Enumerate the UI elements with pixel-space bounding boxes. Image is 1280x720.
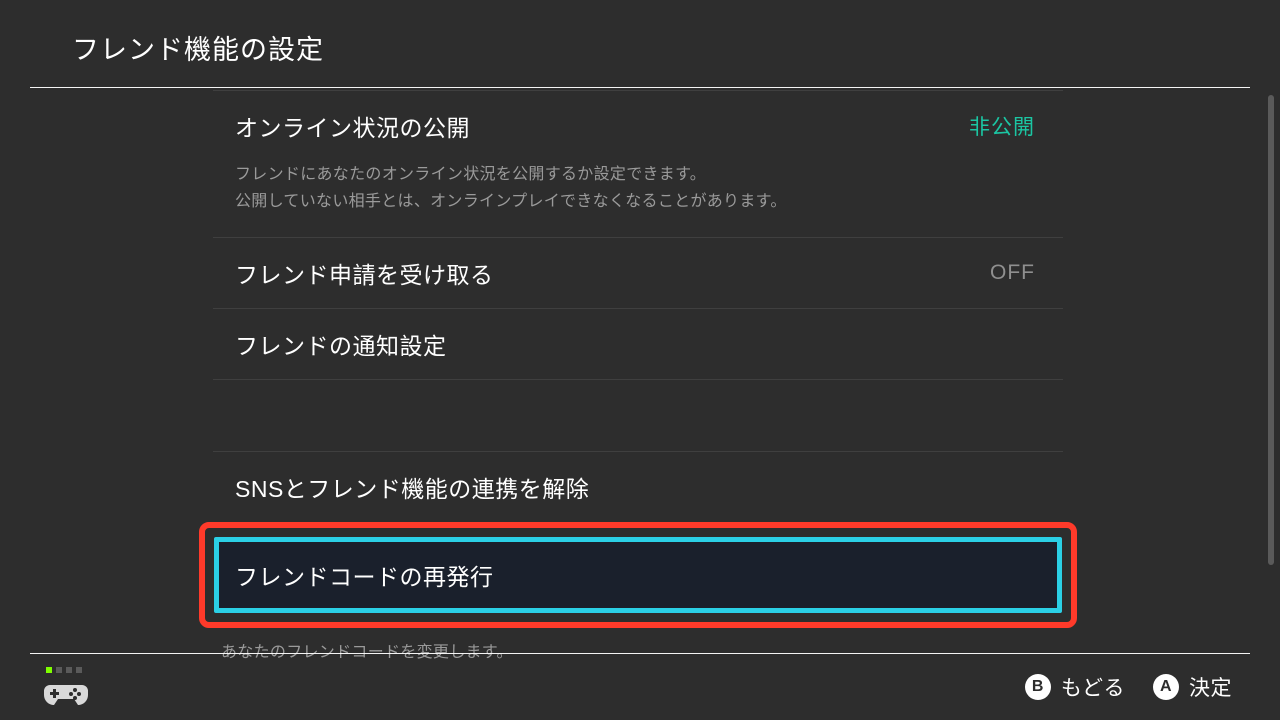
hint-b-back[interactable]: B もどる — [1025, 672, 1125, 702]
scrollbar[interactable] — [1268, 95, 1274, 565]
row-description: フレンドにあなたのオンライン状況を公開するか設定できます。 公開していない相手と… — [213, 161, 1063, 237]
row-reissue-friend-code-highlight: フレンドコードの再発行 — [199, 522, 1077, 628]
page-header: フレンド機能の設定 — [0, 0, 1280, 87]
settings-panel: オンライン状況の公開 非公開 フレンドにあなたのオンライン状況を公開するか設定で… — [213, 90, 1063, 662]
footer-left — [44, 667, 88, 707]
header-divider — [30, 87, 1250, 88]
hint-label: もどる — [1061, 672, 1125, 702]
footer-right: B もどる A 決定 — [1025, 672, 1232, 702]
row-notifications[interactable]: フレンドの通知設定 — [213, 308, 1063, 379]
row-label: SNSとフレンド機能の連携を解除 — [235, 470, 589, 504]
row-label: フレンド申請を受け取る — [235, 256, 494, 290]
page-title: フレンド機能の設定 — [72, 28, 1280, 67]
hint-a-ok[interactable]: A 決定 — [1153, 672, 1232, 702]
row-label: フレンドの通知設定 — [235, 327, 447, 361]
a-button-icon: A — [1153, 674, 1179, 700]
row-label: オンライン状況の公開 — [235, 109, 470, 143]
row-sns-unlink[interactable]: SNSとフレンド機能の連携を解除 — [213, 451, 1063, 522]
b-button-icon: B — [1025, 674, 1051, 700]
row-reissue-friend-code[interactable]: フレンドコードの再発行 — [214, 537, 1062, 613]
footer-bar: B もどる A 決定 — [0, 654, 1280, 720]
row-online-status[interactable]: オンライン状況の公開 非公開 フレンドにあなたのオンライン状況を公開するか設定で… — [213, 90, 1063, 237]
player-indicator-dots — [46, 667, 88, 673]
row-friend-requests[interactable]: フレンド申請を受け取る OFF — [213, 237, 1063, 308]
row-value: 非公開 — [969, 111, 1035, 141]
gamepad-icon — [44, 679, 88, 707]
hint-label: 決定 — [1189, 672, 1232, 702]
section-gap — [213, 379, 1063, 451]
row-label: フレンドコードの再発行 — [235, 558, 494, 592]
row-value: OFF — [990, 261, 1035, 285]
